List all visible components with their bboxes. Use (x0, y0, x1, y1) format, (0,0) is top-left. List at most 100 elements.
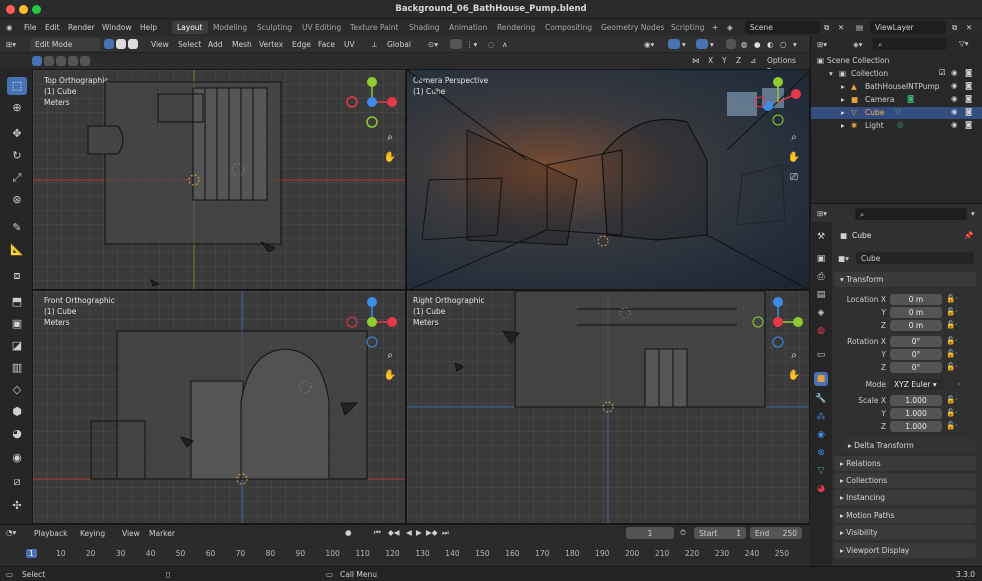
outliner-row-object[interactable]: ▸ ▲ BathHouseINTPump ◉ ◙ (811, 81, 982, 93)
menu-render[interactable]: Render (68, 23, 95, 32)
solid-shading-icon[interactable]: ● (754, 40, 761, 49)
auto-merge-icon[interactable]: ⊿ (750, 56, 756, 65)
outliner-search[interactable]: ⌕ (873, 38, 947, 50)
delete-view-layer-icon[interactable]: ✕ (966, 23, 972, 32)
bevel-tool-icon[interactable]: ◪ (7, 337, 27, 355)
zoom-icon[interactable]: ⌕ (786, 130, 802, 146)
expand-icon[interactable]: ▸ (841, 108, 845, 117)
expand-icon[interactable]: ▸ (841, 95, 845, 104)
poly-build-tool-icon[interactable]: ⬢ (7, 403, 27, 421)
extrude-tool-icon[interactable]: ⬒ (7, 293, 27, 311)
rip-tool-icon[interactable]: ✣ (7, 497, 27, 515)
rotate-tool-icon[interactable]: ↻ (7, 147, 27, 165)
snap-toggle-icon[interactable] (450, 39, 462, 49)
shading-dropdown-icon[interactable]: ▾ (793, 40, 797, 49)
select-new-icon[interactable] (32, 56, 42, 66)
lock-icon[interactable]: 🔓· (946, 307, 958, 316)
prev-keyframe-icon[interactable]: ◆◀ (388, 528, 400, 537)
viewport-right-orthographic[interactable]: Right Orthographic (1) Cube Meters (406, 290, 810, 524)
collection-tab-icon[interactable]: ▭ (814, 348, 828, 362)
lock-icon[interactable]: 🔓· (946, 349, 958, 358)
scale-y-field[interactable]: 1.000 (890, 408, 942, 419)
camera-view-icon[interactable]: ⎚ (786, 170, 802, 186)
annotate-tool-icon[interactable]: ✎ (7, 219, 27, 237)
view-layer-field[interactable]: ViewLayer (870, 21, 946, 34)
tab-modeling[interactable]: Modeling (208, 21, 252, 34)
physics-tab-icon[interactable]: ◉ (814, 428, 828, 442)
tab-compositing[interactable]: Compositing (540, 21, 597, 34)
eye-icon[interactable]: ◉ (951, 94, 958, 103)
menu-add[interactable]: Add (208, 40, 223, 49)
world-tab-icon[interactable]: ◍ (814, 324, 828, 338)
vertex-select-button[interactable] (104, 39, 114, 49)
new-scene-icon[interactable]: ⧉ (824, 23, 829, 33)
expand-icon[interactable]: ▾ (829, 69, 833, 78)
scene-name-field[interactable]: Scene (745, 21, 820, 34)
mirror-icon[interactable]: ⋈ (692, 56, 700, 65)
camera-render-icon[interactable]: ◙ (965, 81, 972, 90)
keying-menu[interactable]: Keying (80, 529, 105, 538)
lock-icon[interactable]: 🔓· (946, 362, 958, 371)
options-chevron-icon[interactable]: ▾ (971, 209, 975, 218)
properties-search[interactable]: ⌕ (855, 208, 967, 220)
rotation-x-field[interactable]: 0° (890, 336, 942, 347)
tab-sculpting[interactable]: Sculpting (252, 21, 297, 34)
lock-icon[interactable]: 🔓· (946, 395, 958, 404)
lock-icon[interactable]: 🔓· (946, 408, 958, 417)
relations-panel[interactable]: ▸ Relations (834, 456, 976, 471)
zoom-icon[interactable]: ⌕ (382, 348, 398, 364)
orientation-icon[interactable]: ⟂ (372, 40, 377, 50)
clock-icon[interactable]: ⏱ (680, 528, 686, 538)
tab-texture-paint[interactable]: Texture Paint (345, 21, 403, 34)
material-shading-icon[interactable]: ◐ (767, 40, 774, 49)
select-intersect-icon[interactable] (80, 56, 90, 66)
transform-panel-header[interactable]: ▾ Transform (834, 272, 976, 287)
delta-transform-panel[interactable]: ▸ Delta Transform (842, 438, 976, 453)
proportional-edit-icon[interactable]: ◌ (488, 40, 495, 49)
lock-icon[interactable]: 🔓· (946, 336, 958, 345)
lock-icon[interactable]: 🔓· (946, 294, 958, 303)
collections-panel[interactable]: ▸ Collections (834, 473, 976, 488)
mirror-z-toggle[interactable]: Z (736, 56, 741, 65)
mirror-y-toggle[interactable]: Y (722, 56, 727, 65)
spin-tool-icon[interactable]: ◕ (7, 425, 27, 443)
pan-hand-icon[interactable]: ✋ (382, 368, 398, 384)
select-extend-icon[interactable] (44, 56, 54, 66)
menu-vertex[interactable]: Vertex (259, 40, 283, 49)
marker-menu[interactable]: Marker (149, 529, 175, 538)
jump-start-icon[interactable]: ⏮ (374, 528, 381, 538)
snap-icon[interactable]: ⋮▾ (466, 40, 477, 49)
pan-hand-icon[interactable]: ✋ (786, 368, 802, 384)
outliner-row-object-selected[interactable]: ▸ ▽ Cube ▽ ◉ ◙ (811, 107, 982, 119)
scale-z-field[interactable]: 1.000 (890, 421, 942, 432)
tab-scripting[interactable]: Scripting (666, 21, 709, 34)
options-dropdown[interactable]: Options ▾ (762, 54, 804, 74)
scale-tool-icon[interactable]: ⤢ (7, 169, 27, 187)
outliner-row-collection[interactable]: ▾ ▣ Collection ☑ ◉ ◙ (811, 68, 982, 80)
material-tab-icon[interactable]: ◕ (814, 482, 828, 496)
object-data-icon[interactable]: ■▾ (838, 254, 849, 263)
tab-rendering[interactable]: Rendering (492, 21, 540, 34)
mirror-x-toggle[interactable]: X (708, 56, 713, 65)
particles-tab-icon[interactable]: ⁂ (814, 410, 828, 424)
timeline-editor-icon[interactable]: ◔▾ (6, 528, 16, 537)
play-reverse-icon[interactable]: ◀ (406, 528, 412, 537)
display-mode-icon[interactable]: ◈▾ (853, 40, 863, 49)
tool-tab-icon[interactable]: ⚒ (814, 230, 828, 244)
eye-icon[interactable]: ◉ (951, 120, 958, 129)
camera-render-icon[interactable]: ◙ (965, 94, 972, 103)
tab-animation[interactable]: Animation (444, 21, 492, 34)
pin-icon[interactable]: 📌 (964, 231, 973, 240)
menu-mesh[interactable]: Mesh (232, 40, 252, 49)
view-layer-tab-icon[interactable]: ▤ (814, 288, 828, 302)
outliner-row-object[interactable]: ▸ ✱ Light ◎ ◉ ◙ (811, 120, 982, 132)
loop-cut-tool-icon[interactable]: ▥ (7, 359, 27, 377)
menu-view[interactable]: View (151, 40, 169, 49)
navigation-gizmo-right[interactable] (752, 294, 804, 348)
object-tab-icon[interactable]: ■ (814, 372, 828, 386)
add-cube-tool-icon[interactable]: ⧈ (7, 267, 27, 285)
scale-x-field[interactable]: 1.000 (890, 395, 942, 406)
motion-paths-panel[interactable]: ▸ Motion Paths (834, 508, 976, 523)
smooth-tool-icon[interactable]: ◉ (7, 449, 27, 467)
menu-file[interactable]: File (24, 23, 37, 32)
